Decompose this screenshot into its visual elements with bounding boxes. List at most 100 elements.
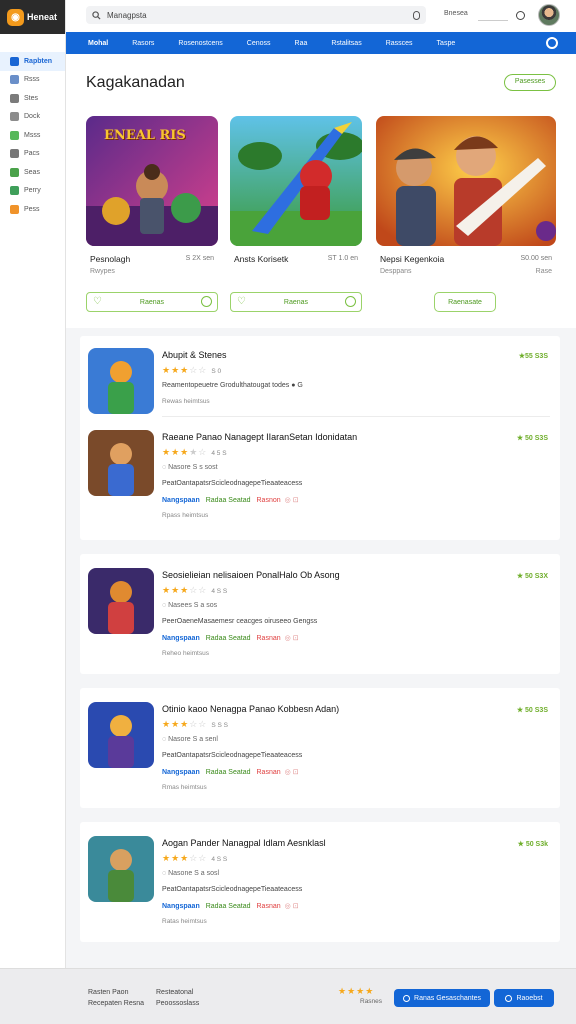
- star-rating: ★★★☆☆ S S S: [162, 719, 228, 730]
- card-title[interactable]: Pesnolagh: [90, 254, 130, 264]
- profile-circle-icon[interactable]: [546, 37, 558, 49]
- info-icon[interactable]: ◎ ⊡: [285, 635, 299, 642]
- game-title[interactable]: Abupit & Stenes: [162, 350, 227, 360]
- footer-link[interactable]: Peoossoslass: [156, 998, 199, 1009]
- game-artwork: [230, 116, 362, 246]
- sidebar-item[interactable]: Rapbten: [0, 52, 65, 71]
- list-item[interactable]: Aogan Pander Nanagpal Idlam Aesnklasl ★ 5…: [80, 824, 560, 925]
- tag-link[interactable]: Nangspaan: [162, 769, 200, 776]
- heart-icon[interactable]: ♡: [93, 296, 102, 307]
- card-action-button[interactable]: ♡ Raenas: [86, 292, 218, 312]
- info-icon[interactable]: ◎ ⊡: [285, 497, 299, 504]
- nav-item[interactable]: Rassces: [386, 40, 413, 47]
- sidebar-item[interactable]: Rsss: [0, 71, 65, 90]
- refresh-icon[interactable]: [345, 296, 356, 307]
- tag-link[interactable]: Rasnan: [257, 635, 281, 642]
- footer: Rasten Paon Recepaten Resna Resteatonal …: [0, 968, 576, 1024]
- card-title[interactable]: Ansts Korisetk: [234, 254, 288, 264]
- info-icon[interactable]: ◎ ⊡: [285, 903, 299, 910]
- heart-icon[interactable]: ♡: [237, 296, 246, 307]
- list-item[interactable]: Seosielieian nelisaioen PonalHalo Ob Aso…: [80, 556, 560, 657]
- refresh-icon[interactable]: [201, 296, 212, 307]
- tag-link[interactable]: Rasnon: [257, 497, 281, 504]
- game-artwork: [376, 116, 556, 246]
- footer-primary-button[interactable]: Ranas Gesaschantes: [394, 989, 490, 1007]
- card-subtitle: Desppans: [380, 268, 412, 275]
- tag-link[interactable]: Radaa Seatad: [206, 497, 251, 504]
- sidebar-item[interactable]: Msss: [0, 126, 65, 145]
- sidebar-item-label: Pess: [24, 205, 40, 213]
- sidebar-item-label: Stes: [24, 94, 39, 102]
- tag-link[interactable]: Radaa Seatad: [206, 635, 251, 642]
- app-logo[interactable]: ◉ Heneat: [0, 0, 65, 34]
- sidebar-item[interactable]: Seas: [0, 163, 65, 182]
- game-title[interactable]: Seosielieian nelisaioen PonalHalo Ob Aso…: [162, 570, 340, 580]
- card-action-button[interactable]: ♡ Raenas: [230, 292, 362, 312]
- gamepad-icon: [10, 186, 19, 196]
- game-meta: ◌ Nasees S a sos: [162, 602, 218, 609]
- sidebar-item[interactable]: Pess: [0, 200, 65, 219]
- game-icon[interactable]: [88, 836, 154, 902]
- featured-panel: Kagakanadan Pasesses ENEAL RIS Pesnolagh…: [66, 54, 576, 328]
- photo-icon: [10, 149, 19, 159]
- tag-link[interactable]: Rasnan: [257, 769, 281, 776]
- search-bar[interactable]: Managpsta: [86, 6, 426, 24]
- logo-icon: ◉: [7, 8, 24, 26]
- tag-link[interactable]: Nangspaan: [162, 635, 200, 642]
- sidebar-item[interactable]: Perry: [0, 182, 65, 201]
- card-title[interactable]: Nepsi Kegenkoia: [380, 254, 444, 264]
- info-icon[interactable]: ◎ ⊡: [285, 769, 299, 776]
- game-icon[interactable]: [88, 702, 154, 768]
- nav-item[interactable]: Cenoss: [247, 40, 271, 47]
- card-subtitle: Rwypes: [90, 268, 115, 275]
- game-icon[interactable]: [88, 430, 154, 496]
- nav-item[interactable]: Rstalitsas: [331, 40, 361, 47]
- card-action-button[interactable]: Raenasate: [434, 292, 496, 312]
- featured-card[interactable]: ENEAL RIS Pesnolagh S 2X sen Rwypes ♡ Ra…: [86, 116, 218, 314]
- nav-item[interactable]: Mohal: [88, 40, 108, 47]
- game-icon[interactable]: [88, 348, 154, 414]
- footer-link[interactable]: Resteatonal: [156, 987, 199, 998]
- star-icon: [10, 204, 19, 214]
- stars-filled: ★★★: [162, 719, 190, 729]
- featured-card[interactable]: Ansts Korisetk ST 1.0 en ♡ Raenas: [230, 116, 362, 314]
- game-description: PeatOantapatsrScicleodnagepeTieaateacess: [162, 480, 303, 487]
- nav-item[interactable]: Raa: [295, 40, 308, 47]
- avatar[interactable]: [538, 4, 560, 26]
- tag-link[interactable]: Radaa Seatad: [206, 769, 251, 776]
- top-extra-label[interactable]: Bnesea: [444, 10, 468, 17]
- card-meta: S0.00 sen: [520, 255, 552, 262]
- footer-link[interactable]: Recepaten Resna: [88, 998, 144, 1009]
- view-all-button[interactable]: Pasesses: [504, 74, 556, 91]
- microphone-icon[interactable]: [413, 10, 420, 20]
- nav-item[interactable]: Taspe: [437, 40, 456, 47]
- tag-link[interactable]: Rasnan: [257, 903, 281, 910]
- game-meta: ◌ Nasone S a sosl: [162, 870, 220, 877]
- stars-empty: ☆☆: [189, 719, 208, 729]
- sidebar-item[interactable]: Pacs: [0, 145, 65, 164]
- featured-card[interactable]: Nepsi Kegenkoia S0.00 sen Desppans Rase …: [376, 116, 556, 314]
- nav-item[interactable]: Rosenostcens: [178, 40, 222, 47]
- game-title[interactable]: Aogan Pander Nanagpal Idlam Aesnklasl: [162, 838, 326, 848]
- game-title[interactable]: Raeane Panao Nanagept IIaranSetan Idonid…: [162, 432, 357, 442]
- footer-link[interactable]: Rasten Paon: [88, 987, 144, 998]
- book-icon: [10, 93, 19, 103]
- tag-link[interactable]: Nangspaan: [162, 497, 200, 504]
- game-title[interactable]: Otinio kaoo Nenagpa Panao Kobbesn Adan): [162, 704, 339, 714]
- clock-icon[interactable]: [516, 11, 525, 20]
- game-description: PeatOantapatsrScicleodnagepeTieaateacess: [162, 752, 303, 759]
- sidebar-item[interactable]: Stes: [0, 89, 65, 108]
- sidebar-item[interactable]: Dock: [0, 108, 65, 127]
- nav-item[interactable]: Rasors: [132, 40, 154, 47]
- list-item[interactable]: Otinio kaoo Nenagpa Panao Kobbesn Adan) ★…: [80, 690, 560, 791]
- tag-link[interactable]: Radaa Seatad: [206, 903, 251, 910]
- list-item[interactable]: Raeane Panao Nanagept IIaranSetan Idonid…: [80, 418, 560, 538]
- game-icon[interactable]: [88, 568, 154, 634]
- divider: [478, 20, 508, 21]
- footer-secondary-button[interactable]: Raoebst: [494, 989, 554, 1007]
- art-title: ENEAL RIS: [104, 128, 186, 143]
- tag-link[interactable]: Nangspaan: [162, 903, 200, 910]
- card-button-label: Raenas: [283, 298, 309, 306]
- star-rating: ★★★☆☆ S 0: [162, 365, 221, 376]
- search-input[interactable]: Managpsta: [107, 11, 413, 20]
